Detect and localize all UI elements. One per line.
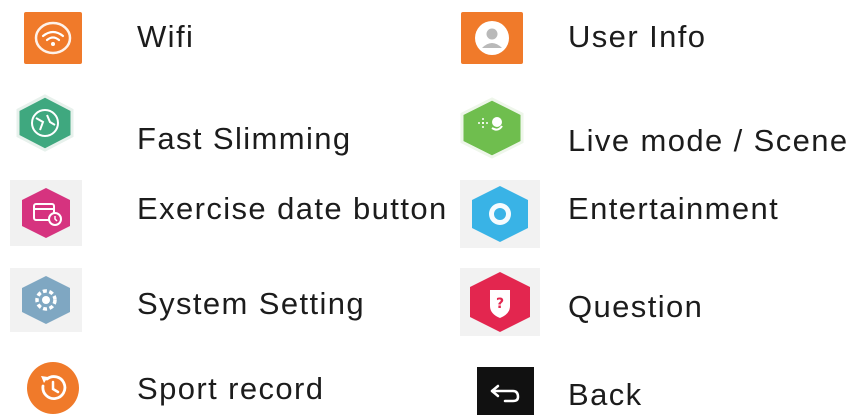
- legend-label: Question: [568, 289, 704, 324]
- question-icon: ?: [460, 268, 540, 336]
- sport-record-icon: [24, 360, 82, 415]
- legend-label: User Info: [568, 19, 707, 54]
- legend-label: Exercise date button: [137, 191, 448, 226]
- legend-label: Entertainment: [568, 191, 780, 226]
- svg-text:?: ?: [496, 296, 504, 312]
- exercise-date-icon: [10, 180, 82, 246]
- fast-slimming-icon: [10, 92, 80, 154]
- legend-label: Back: [568, 377, 643, 412]
- legend-label: Live mode / Scene: [568, 123, 849, 158]
- system-setting-icon: [10, 268, 82, 332]
- legend-label: System Setting: [137, 286, 366, 321]
- live-mode-scene-icon: [454, 96, 530, 160]
- legend-label: Fast Slimming: [137, 121, 352, 156]
- back-icon: [477, 367, 534, 415]
- entertainment-icon: [460, 180, 540, 248]
- wifi-icon: [24, 12, 82, 64]
- legend-label: Wifi: [137, 19, 195, 54]
- user-info-icon: [461, 12, 523, 64]
- legend-label: Sport record: [137, 371, 325, 406]
